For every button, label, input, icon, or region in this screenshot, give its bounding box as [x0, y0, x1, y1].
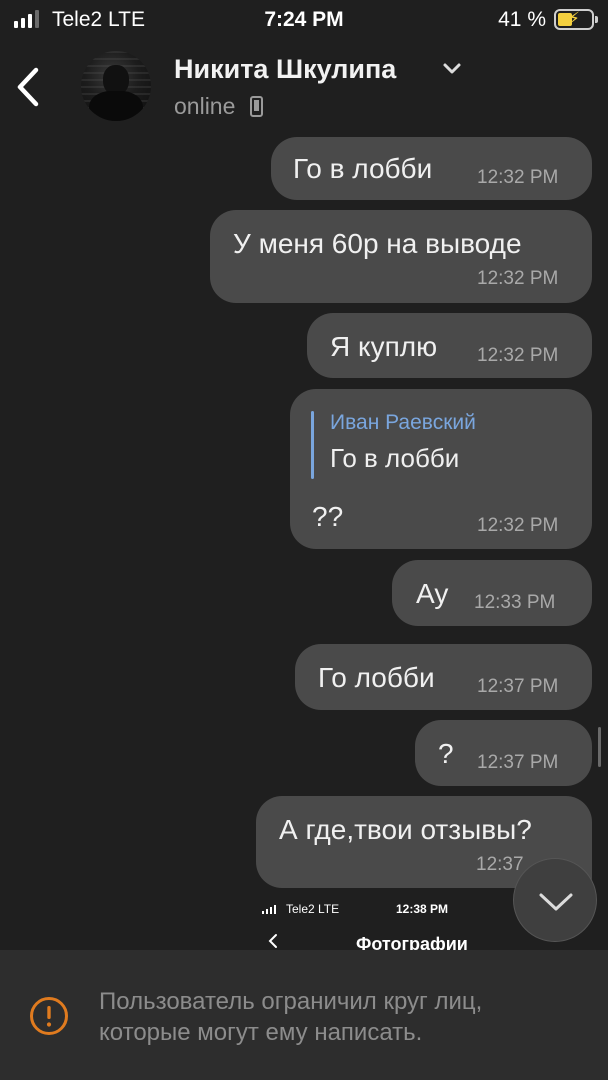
scroll-down-button[interactable] [513, 858, 597, 942]
message-bubble[interactable]: Ау 12:33 PM [392, 560, 592, 626]
warning-icon [30, 997, 68, 1035]
message-text: ? [438, 738, 454, 769]
reply-accent-bar [311, 411, 314, 479]
restriction-text: Пользователь ограничил круг лиц, которые… [99, 988, 483, 1046]
contact-name[interactable]: Никита Шкулипа [174, 54, 396, 85]
message-time: 12:37 PM [477, 752, 559, 773]
message-bubble[interactable]: Го в лобби 12:32 PM [271, 137, 592, 200]
message-bubble[interactable]: Го лобби 12:37 PM [295, 644, 592, 710]
message-time: 12:37 PM [477, 676, 559, 697]
scrollbar[interactable] [598, 727, 601, 767]
message-bubble[interactable]: ? 12:37 PM [415, 720, 592, 786]
reply-quote-text[interactable]: Го в лобби [330, 443, 459, 474]
message-time: 12:32 PM [477, 345, 559, 366]
phone-device-icon [250, 96, 263, 117]
back-chevron-icon [17, 67, 39, 107]
message-time: 12:32 PM [477, 268, 559, 289]
message-text: А где,твои отзывы? [279, 814, 532, 845]
message-time: 12:32 PM [477, 167, 559, 188]
message-bubble-reply[interactable]: Иван Раевский Го в лобби ?? 12:32 PM [290, 389, 592, 549]
battery-charging-icon: ⚡ [554, 9, 598, 30]
message-text: Го лобби [318, 662, 435, 693]
chevron-down-icon [539, 893, 573, 911]
embedded-carrier: Tele2 LTE [286, 902, 340, 916]
message-time: 12:33 PM [474, 592, 556, 613]
signal-icon [262, 904, 276, 914]
avatar[interactable] [81, 51, 151, 121]
contact-status: online [174, 93, 236, 119]
message-bubble[interactable]: Я куплю 12:32 PM [307, 313, 592, 378]
message-text: Ау [416, 578, 449, 609]
chat-header: Никита Шкулипа online [0, 40, 608, 135]
battery-percent: 41 % [498, 8, 546, 31]
status-bar: Tele2 LTE 7:24 PM 41 % ⚡ [0, 0, 608, 40]
embedded-title: Фотографии [356, 934, 468, 950]
back-chevron-icon [268, 934, 277, 948]
message-text: ?? [312, 501, 344, 532]
chevron-down-icon[interactable] [442, 62, 462, 76]
message-text: Го в лобби [293, 153, 433, 184]
embedded-time: 12:38 PM [396, 902, 449, 916]
restriction-notice: Пользователь ограничил круг лиц, которые… [0, 950, 608, 1080]
back-button[interactable] [10, 62, 50, 112]
message-text: Я куплю [330, 331, 438, 362]
message-bubble[interactable]: У меня 60р на выводе 12:32 PM [210, 210, 592, 303]
message-text: У меня 60р на выводе [233, 228, 522, 259]
reply-author[interactable]: Иван Раевский [330, 411, 476, 435]
message-time: 12:32 PM [477, 515, 559, 536]
